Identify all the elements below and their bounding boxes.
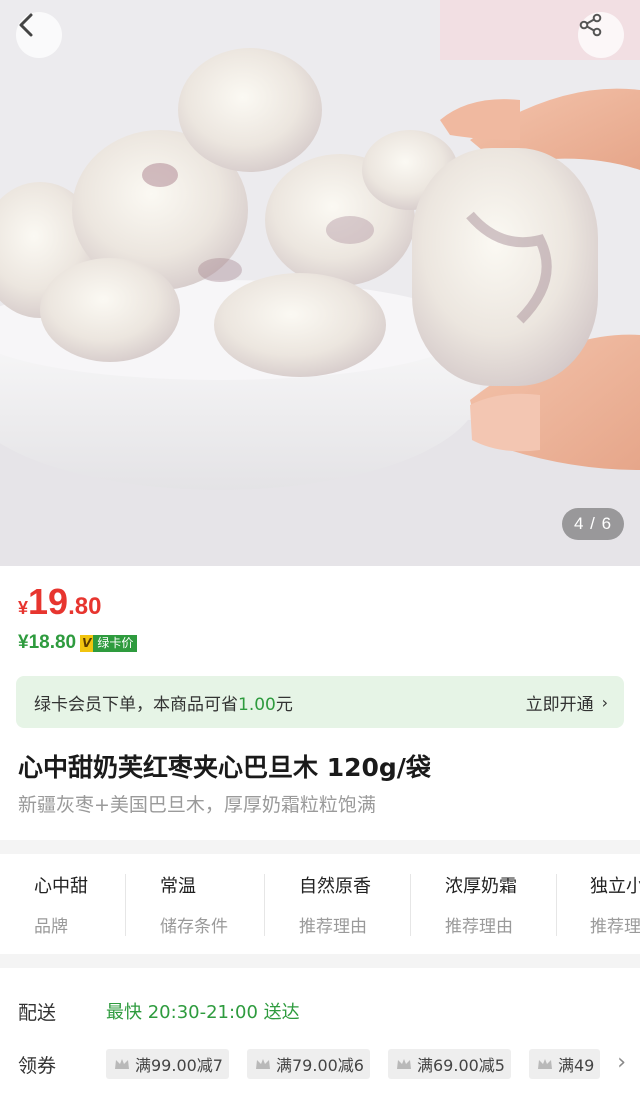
product-attributes[interactable]: 心中甜 品牌 常温 储存条件 自然原香 推荐理由 浓厚奶霜 推荐理由 独立小 推… (0, 858, 640, 952)
member-price-row: ¥18.80 V 绿卡价 (18, 632, 138, 654)
promo-text-prefix: 绿卡会员下单，本商品可省 (34, 694, 238, 715)
coupon-crown-icon (397, 1059, 411, 1069)
image-page-indicator: 4 / 6 (562, 508, 624, 540)
chevron-right-icon[interactable]: › (617, 1050, 626, 1075)
coupon-item[interactable]: 满49 (529, 1049, 601, 1079)
attribute-value: 心中甜 (34, 876, 88, 897)
section-divider (0, 954, 640, 968)
vip-v-badge: V (80, 634, 94, 652)
chevron-right-icon: › (601, 692, 608, 712)
coupon-crown-icon (538, 1059, 552, 1069)
back-button[interactable] (16, 12, 62, 58)
share-button[interactable] (578, 12, 624, 58)
attribute-divider (410, 874, 411, 936)
member-price: ¥18.80 (18, 632, 77, 653)
coupon-list[interactable]: 满99.00减7 满79.00减6 满69.00减5 满49 (106, 1049, 616, 1079)
attribute-value: 自然原香 (299, 876, 371, 897)
attribute-reason-3: 独立小 推荐理 (590, 872, 640, 938)
attribute-divider (556, 874, 557, 936)
green-card-price-badge: V 绿卡价 (80, 634, 138, 652)
share-icon (579, 13, 602, 37)
open-membership-button[interactable]: 立即开通 › (526, 690, 608, 715)
coupon-text: 满49 (558, 1056, 595, 1075)
product-title: 心中甜奶芙红枣夹心巴旦木 120g/袋 (18, 753, 431, 782)
attribute-brand: 心中甜 品牌 (34, 872, 88, 938)
coupon-text: 满69.00减5 (417, 1056, 505, 1075)
price-decimal: .80 (68, 593, 102, 620)
coupon-item[interactable]: 满79.00减6 (247, 1049, 370, 1079)
attribute-value: 浓厚奶霜 (445, 876, 517, 897)
attribute-key: 推荐理由 (299, 917, 367, 937)
coupon-text: 满99.00减7 (135, 1056, 223, 1075)
product-photo (0, 0, 640, 566)
coupon-text: 满79.00减6 (276, 1056, 364, 1075)
open-membership-label: 立即开通 (525, 694, 594, 715)
coupon-item[interactable]: 满99.00减7 (106, 1049, 229, 1079)
coupon-item[interactable]: 满69.00减5 (388, 1049, 511, 1079)
attribute-key: 储存条件 (160, 917, 228, 937)
attribute-reason-1: 自然原香 推荐理由 (299, 872, 371, 938)
attribute-storage: 常温 储存条件 (160, 872, 228, 938)
attribute-reason-2: 浓厚奶霜 推荐理由 (445, 872, 517, 938)
promo-text-suffix: 元 (275, 694, 293, 715)
coupon-label: 领券 (18, 1055, 57, 1077)
promo-save-amount: 1.00 (238, 694, 276, 715)
green-card-price-label: 绿卡价 (93, 634, 138, 652)
coupon-crown-icon (115, 1059, 129, 1069)
coupon-crown-icon (256, 1059, 270, 1069)
delivery-time: 最快 20:30-21:00 送达 (106, 1002, 300, 1023)
attribute-divider (264, 874, 265, 936)
section-divider (0, 840, 640, 854)
price-currency: ¥ (18, 598, 29, 618)
attribute-value: 常温 (160, 876, 196, 897)
delivery-label: 配送 (18, 1002, 57, 1024)
attribute-key: 推荐理 (590, 917, 640, 937)
attribute-key: 品牌 (34, 917, 68, 937)
back-arrow-icon (19, 13, 33, 37)
price: ¥19.80 (18, 584, 101, 620)
member-promo-text: 绿卡会员下单，本商品可省1.00元 (34, 690, 293, 715)
price-integer: 19 (28, 581, 69, 622)
member-promo-banner[interactable]: 绿卡会员下单，本商品可省1.00元 立即开通 › (16, 676, 624, 728)
attribute-value: 独立小 (590, 876, 640, 897)
product-subtitle: 新疆灰枣+美国巴旦木，厚厚奶霜粒粒饱满 (18, 794, 376, 816)
product-image-gallery[interactable]: 4 / 6 (0, 0, 640, 566)
attribute-key: 推荐理由 (445, 917, 513, 937)
attribute-divider (125, 874, 126, 936)
